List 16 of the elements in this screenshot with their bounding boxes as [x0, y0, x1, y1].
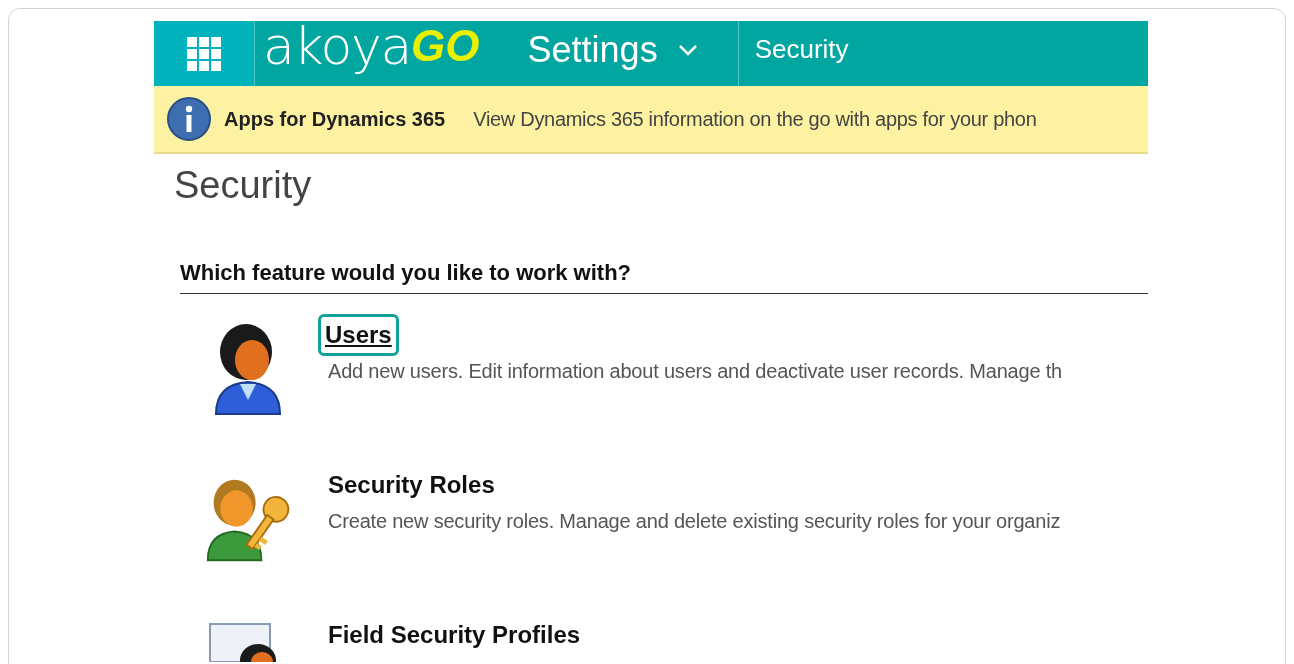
grid-icon: [187, 36, 221, 71]
info-icon: [166, 96, 212, 142]
feature-link[interactable]: Security Roles: [325, 463, 498, 506]
feature-description: Add new users. Edit information about users and deactivate user records. Manage th: [328, 358, 1063, 384]
banner-title: Apps for Dynamics 365: [224, 107, 446, 132]
logo-accent-text: GO: [411, 23, 480, 68]
feature-link[interactable]: Field Security Profiles: [325, 613, 584, 656]
page-heading: Security: [174, 163, 313, 208]
breadcrumb-text: Security: [754, 33, 849, 66]
app-launcher-tile[interactable]: [154, 21, 255, 86]
feature-description: Create new security roles. Manage and delete existing security roles for your organiz: [328, 508, 1061, 534]
feature-link[interactable]: Users: [318, 313, 399, 356]
chevron-down-icon: [677, 43, 698, 56]
prompt-heading: Which feature would you like to work with?: [180, 259, 632, 285]
logo-text: akoya: [263, 21, 412, 72]
banner-text: View Dynamics 365 information on the go with apps for your phon: [473, 107, 1037, 132]
